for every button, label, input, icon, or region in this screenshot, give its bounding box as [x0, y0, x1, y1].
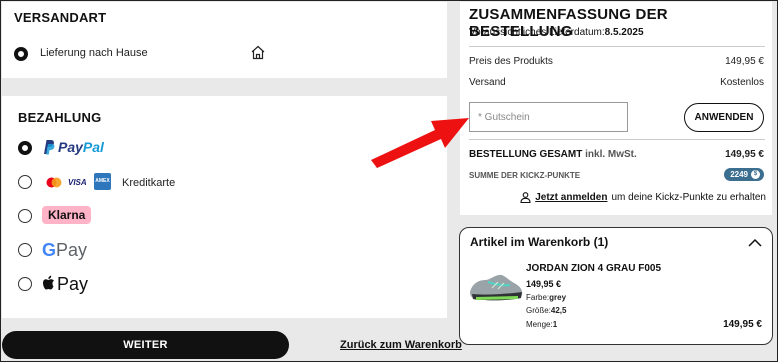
order-total-value: 149,95 € [725, 149, 764, 160]
credit-card-label: Kreditkarte [122, 177, 176, 189]
order-total-label: BESTELLUNG GESAMT inkl. MwSt. [469, 149, 637, 160]
product-name[interactable]: JORDAN ZION 4 GRAU F005 [526, 263, 661, 274]
shipping-title: VERSANDART [14, 10, 107, 25]
delivery-label: Voraussichtliches Lieferdatum: [469, 27, 605, 38]
divider [469, 46, 765, 47]
login-link[interactable]: Jetzt anmelden [535, 192, 607, 203]
product-thumbnail[interactable] [468, 270, 524, 304]
delivery-estimate: Voraussichtliches Lieferdatum:8.5.2025 [469, 27, 644, 38]
google-pay-logo: GPay [42, 240, 87, 261]
total-vat-note: inkl. MwSt. [585, 149, 637, 160]
shipping-cost-value: Kostenlos [720, 77, 764, 88]
product-price-value: 149,95 € [725, 56, 764, 67]
product-size-value: 42,5 [550, 306, 567, 315]
chevron-up-icon[interactable] [748, 237, 762, 249]
apple-icon [43, 275, 54, 290]
kickz-points-value: 2249 [730, 170, 748, 179]
paypal-text-1: Pay [58, 139, 83, 155]
delivery-date: 8.5.2025 [604, 27, 644, 38]
klarna-logo: Klarna [42, 206, 92, 224]
google-pay-text: Pay [56, 240, 88, 260]
product-qty-label: Menge: [526, 320, 553, 329]
radio-google-pay[interactable] [18, 243, 32, 257]
paypal-icon [44, 140, 55, 155]
amex-icon: AMEX [94, 173, 111, 190]
apply-coupon-button[interactable]: ANWENDEN [684, 103, 764, 132]
shipping-cost-label: Versand [469, 77, 506, 88]
radio-klarna[interactable] [18, 209, 32, 223]
product-qty-value: 1 [552, 320, 558, 329]
product-price: 149,95 € [526, 279, 562, 289]
kickz-points-badge: 2249 $ [724, 168, 764, 181]
product-color-value: grey [549, 293, 567, 302]
product-size: Größe:42,5 [526, 306, 566, 315]
shipping-section: VERSANDART Lieferung nach Hause [2, 2, 447, 78]
product-quantity: Menge:1 [526, 320, 557, 329]
radio-home-delivery[interactable] [14, 47, 28, 61]
product-price-label: Preis des Produkts [469, 56, 553, 67]
kickz-points-label: SUMME DER KICKZ-PUNKTE [469, 171, 581, 180]
order-summary: ZUSAMMENFASSUNG DER BESTELLUNG Voraussic… [460, 2, 772, 215]
product-line-total: 149,95 € [723, 319, 762, 330]
product-color-label: Farbe: [526, 293, 550, 302]
coin-icon: $ [751, 170, 760, 179]
paypal-text-2: Pal [82, 139, 104, 155]
user-icon [520, 192, 531, 203]
radio-credit-card[interactable] [18, 175, 32, 189]
radio-paypal[interactable] [18, 141, 32, 155]
apple-pay-text: Pay [57, 274, 89, 294]
product-color: Farbe:grey [526, 293, 566, 302]
login-rest-text: um deine Kickz-Punkte zu erhalten [611, 192, 766, 203]
continue-button[interactable]: WEITER [2, 331, 289, 359]
back-to-cart-link[interactable]: Zurück zum Warenkorb [340, 339, 462, 351]
cart-items-panel: Artikel im Warenkorb (1) JORDAN ZION 4 G… [459, 227, 773, 345]
divider [469, 139, 765, 140]
radio-apple-pay[interactable] [18, 277, 32, 291]
home-icon [251, 45, 265, 60]
coupon-input[interactable] [469, 102, 628, 132]
cart-title: Artikel im Warenkorb (1) [470, 235, 609, 249]
home-delivery-label: Lieferung nach Hause [40, 47, 148, 59]
login-prompt: Jetzt anmelden um deine Kickz-Punkte zu … [520, 192, 766, 203]
total-label-text: BESTELLUNG GESAMT [469, 149, 583, 160]
payment-title: BEZAHLUNG [18, 110, 102, 125]
mastercard-icon [46, 177, 62, 188]
annotation-arrow [371, 118, 469, 168]
product-size-label: Größe: [526, 306, 551, 315]
visa-icon: VISA [68, 178, 87, 187]
google-g-icon: G [42, 240, 57, 260]
paypal-logo-text: PayPal [58, 139, 104, 155]
